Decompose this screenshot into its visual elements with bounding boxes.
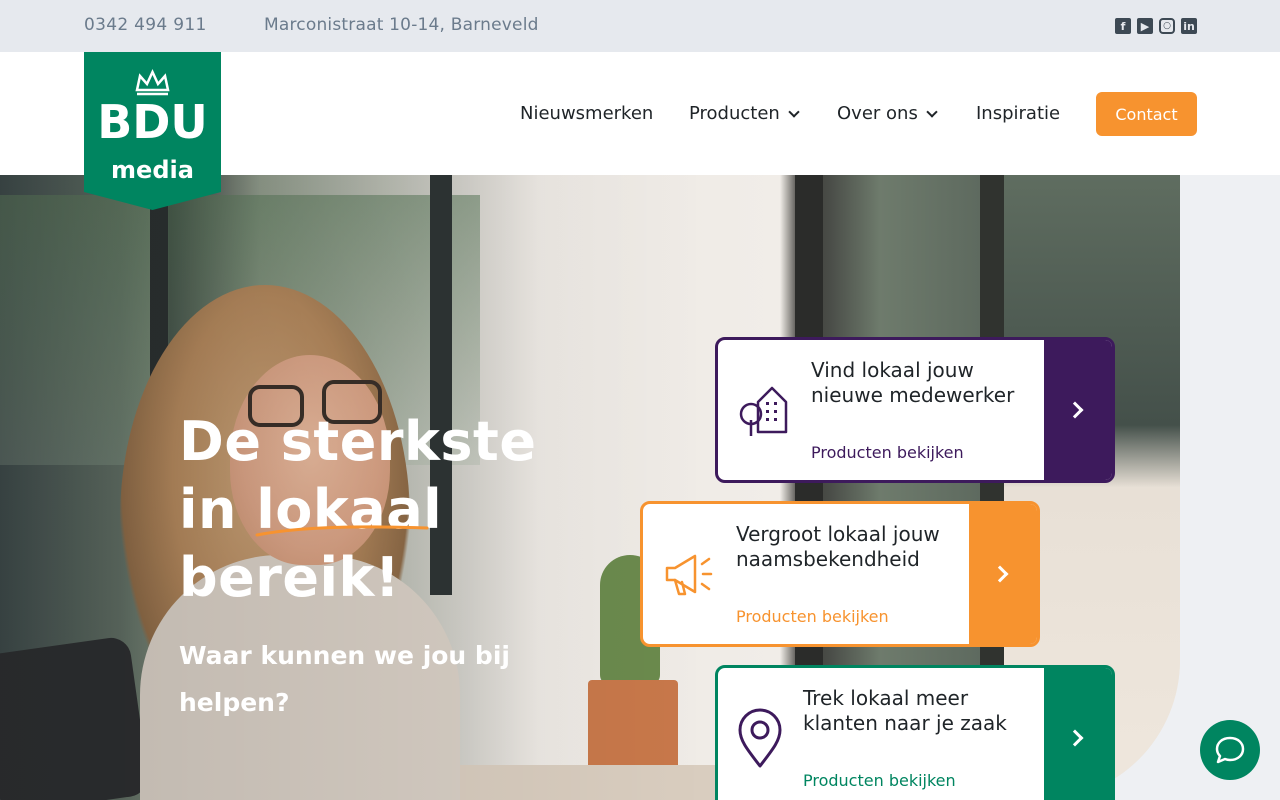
headline-line: De sterkste <box>179 410 537 473</box>
chevron-right-icon <box>1066 729 1084 747</box>
card-link[interactable]: Producten bekijken <box>736 607 889 626</box>
phone-link[interactable]: 0342 494 911 <box>84 15 207 35</box>
card-medewerker[interactable]: Vind lokaal jouw nieuwe medewerker Produ… <box>715 337 1115 483</box>
instagram-icon[interactable]: ○ <box>1159 18 1175 34</box>
chevron-right-icon <box>991 565 1009 583</box>
hero-subline: Waar kunnen we jou bij helpen? <box>179 641 510 717</box>
youtube-icon[interactable]: ▶ <box>1137 18 1153 34</box>
chat-bubble-icon <box>1215 736 1245 764</box>
map-pin-icon <box>738 708 782 768</box>
chevron-down-icon <box>926 105 938 118</box>
card-link[interactable]: Producten bekijken <box>803 771 956 790</box>
svg-text:media: media <box>111 156 194 184</box>
nav-producten[interactable]: Producten <box>689 103 800 124</box>
facebook-icon[interactable]: f <box>1115 18 1131 34</box>
contact-button[interactable]: Contact <box>1096 92 1197 136</box>
card-title: Vergroot lokaal jouw naamsbekendheid <box>736 522 940 571</box>
headline-line: bereik! <box>179 546 401 609</box>
card-naamsbekendheid[interactable]: Vergroot lokaal jouw naamsbekendheid Pro… <box>640 501 1040 647</box>
city-tree-icon <box>739 386 788 436</box>
nav-inspiratie[interactable]: Inspiratie <box>976 103 1060 124</box>
megaphone-icon <box>665 554 713 596</box>
headline-underline <box>255 525 429 537</box>
card-arrow-button[interactable] <box>1044 340 1112 480</box>
card-klanten[interactable]: Trek lokaal meer klanten naar je zaak Pr… <box>715 665 1115 800</box>
nav-label: Producten <box>689 103 780 124</box>
chevron-right-icon <box>1066 401 1084 419</box>
nav-over-ons[interactable]: Over ons <box>837 103 938 124</box>
svg-text:BDU: BDU <box>97 95 208 149</box>
card-link[interactable]: Producten bekijken <box>811 443 964 462</box>
card-title: Vind lokaal jouw nieuwe medewerker <box>811 358 1015 407</box>
chat-button[interactable] <box>1200 720 1260 780</box>
bdu-media-logo[interactable]: BDU media <box>84 52 221 210</box>
nav-label: Nieuwsmerken <box>520 103 654 124</box>
hero-headline: De sterkste in lokaal bereik! <box>179 408 536 612</box>
linkedin-icon[interactable]: in <box>1181 18 1197 34</box>
card-title: Trek lokaal meer klanten naar je zaak <box>803 686 1007 735</box>
card-arrow-button[interactable] <box>1044 668 1112 800</box>
card-arrow-button[interactable] <box>969 504 1037 644</box>
social-links: f ▶ ○ in <box>1115 18 1197 34</box>
nav-nieuwsmerken[interactable]: Nieuwsmerken <box>520 103 653 124</box>
nav-label: Over ons <box>837 103 918 124</box>
address-link[interactable]: Marconistraat 10-14, Barneveld <box>264 15 539 35</box>
nav-label: Inspiratie <box>976 103 1061 124</box>
top-bar: 0342 494 911 Marconistraat 10-14, Barnev… <box>0 0 1280 52</box>
chevron-down-icon <box>788 105 800 118</box>
